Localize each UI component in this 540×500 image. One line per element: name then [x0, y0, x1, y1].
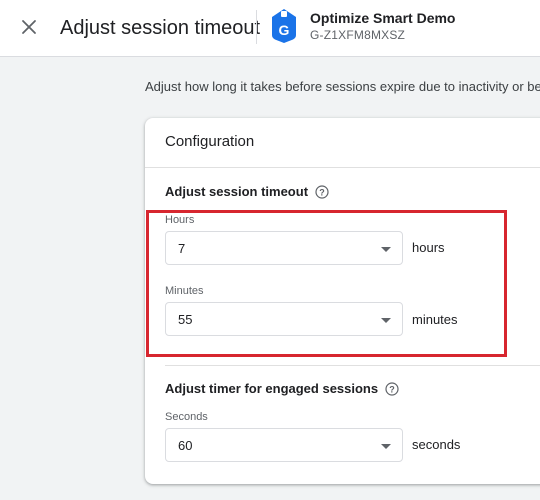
- header-divider: [256, 10, 257, 44]
- seconds-value: 60: [178, 438, 193, 453]
- svg-text:G: G: [279, 22, 290, 38]
- google-tag-icon: G: [272, 9, 296, 43]
- close-button[interactable]: [16, 14, 42, 40]
- session-timeout-heading: Adjust session timeout ?: [165, 184, 329, 199]
- intro-text: Adjust how long it takes before sessions…: [145, 79, 540, 94]
- top-app-bar: Adjust session timeout G Optimize Smart …: [0, 0, 540, 57]
- session-timeout-title: Adjust session timeout: [165, 184, 309, 199]
- hours-label: Hours: [165, 214, 195, 226]
- svg-text:?: ?: [389, 384, 395, 394]
- hours-unit: hours: [412, 240, 445, 255]
- hours-value: 7: [178, 241, 186, 256]
- dropdown-arrow-icon: [381, 318, 391, 323]
- section-divider: [165, 365, 540, 366]
- engaged-sessions-heading: Adjust timer for engaged sessions ?: [165, 381, 399, 396]
- card-title: Configuration: [165, 133, 255, 150]
- engaged-sessions-title: Adjust timer for engaged sessions: [165, 381, 379, 396]
- configuration-card: Configuration Adjust session timeout ? H…: [145, 118, 540, 484]
- close-icon: [22, 20, 36, 34]
- property-id: G-Z1XFM8MXSZ: [310, 28, 406, 42]
- minutes-select[interactable]: 55: [165, 302, 403, 336]
- page-title: Adjust session timeout: [60, 17, 261, 39]
- minutes-unit: minutes: [412, 312, 458, 327]
- minutes-value: 55: [178, 312, 193, 327]
- property-name: Optimize Smart Demo: [310, 10, 456, 26]
- help-icon[interactable]: ?: [385, 381, 399, 396]
- dropdown-arrow-icon: [381, 247, 391, 252]
- minutes-label: Minutes: [165, 285, 204, 297]
- hours-select[interactable]: 7: [165, 231, 403, 265]
- seconds-label: Seconds: [165, 411, 208, 423]
- seconds-select[interactable]: 60: [165, 428, 403, 462]
- help-icon[interactable]: ?: [315, 184, 329, 199]
- dropdown-arrow-icon: [381, 444, 391, 449]
- seconds-unit: seconds: [412, 437, 461, 452]
- card-divider: [145, 167, 540, 168]
- svg-text:?: ?: [319, 187, 325, 197]
